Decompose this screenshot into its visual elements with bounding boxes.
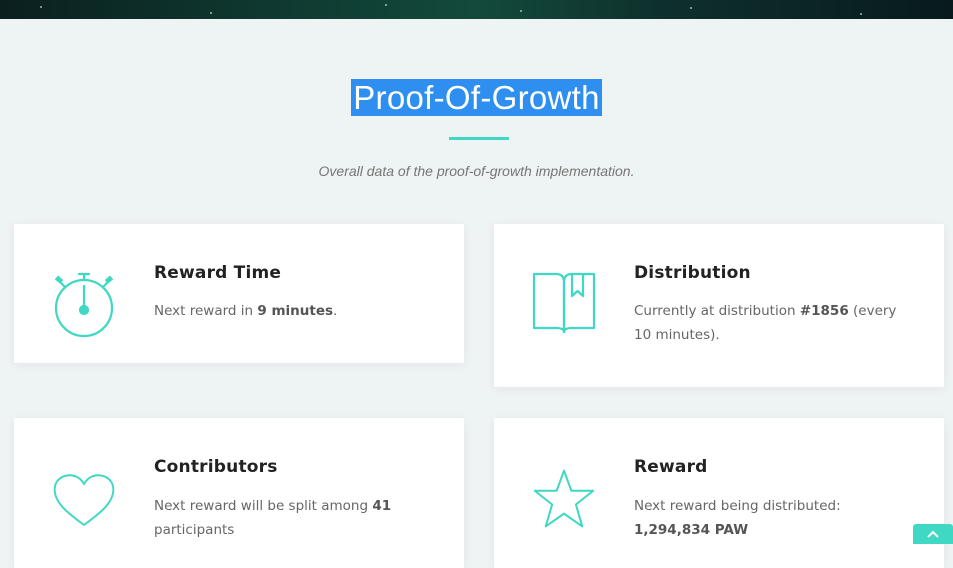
stopwatch-icon [52,268,116,338]
card-text: Currently at distribution #1856 (every 1… [634,303,897,343]
star-icon [532,464,596,534]
section-subtitle: Overall data of the proof-of-growth impl… [318,163,635,179]
reward-time-value: 9 minutes [257,303,334,319]
reward-time-card: Reward Time Next reward in 9 minutes. [14,224,464,363]
card-title: Contributors [154,457,278,477]
card-text: Next reward will be split among 41 parti… [154,498,392,538]
section-title-text: Proof-Of-Growth [351,79,602,116]
hero-banner-strip [0,0,953,19]
reward-amount: 1,294,834 PAW [634,522,749,538]
reward-card: Reward Next reward being distributed: 1,… [494,418,944,568]
card-title: Distribution [634,263,751,283]
distribution-card: Distribution Currently at distribution #… [494,224,944,387]
card-text: Next reward in 9 minutes. [154,303,338,319]
card-title: Reward [634,457,708,477]
contributors-card: Contributors Next reward will be split a… [14,418,464,568]
title-divider [449,137,509,140]
book-icon [532,270,596,340]
card-title: Reward Time [154,263,282,283]
heart-icon [52,466,116,536]
card-text: Next reward being distributed: 1,294,834… [634,498,841,538]
scroll-to-top-button[interactable] [913,524,953,544]
chevron-up-icon [927,530,939,538]
distribution-number: #1856 [799,303,849,319]
section-title: Proof-Of-Growth [0,79,953,116]
contributors-count: 41 [372,498,392,514]
